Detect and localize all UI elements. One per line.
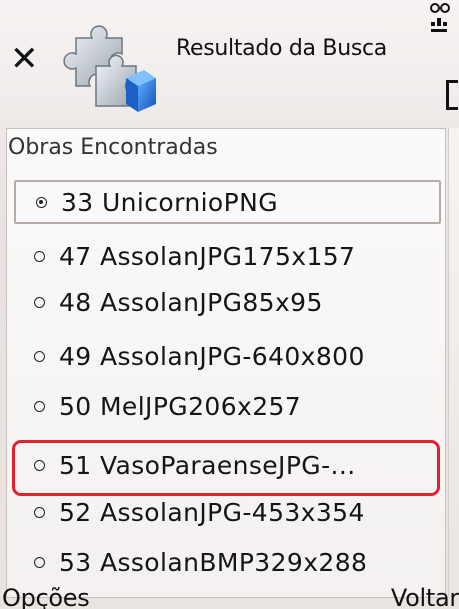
list-item[interactable]: 48 AssolanJPG85x95 [14, 280, 441, 324]
highlight-box [12, 440, 440, 496]
radio-icon[interactable] [34, 350, 45, 362]
list-item[interactable]: 49 AssolanJPG-640x800 [14, 334, 441, 378]
close-icon[interactable]: ✕ [10, 42, 40, 76]
radio-icon[interactable] [34, 400, 45, 412]
list-item-label: 49 AssolanJPG-640x800 [59, 341, 365, 371]
scrollbar[interactable] [448, 128, 459, 598]
back-softkey[interactable]: Voltar [391, 584, 459, 609]
radio-selected-icon[interactable] [36, 196, 47, 208]
network-status-icon [426, 2, 454, 58]
screen: ✕ Resultado da Busca Obras Encontradas 3… [0, 0, 459, 609]
list-item[interactable]: 47 AssolanJPG175x157 [14, 234, 441, 278]
list-item-label: 33 UnicornioPNG [61, 187, 278, 217]
puzzle-icon [63, 25, 156, 112]
list-item-label: 52 AssolanJPG-453x354 [59, 497, 365, 527]
radio-icon[interactable] [34, 250, 45, 262]
page-title: Resultado da Busca [176, 36, 387, 61]
list-item[interactable]: 52 AssolanJPG-453x354 [14, 490, 441, 534]
radio-icon[interactable] [34, 296, 45, 308]
radio-icon[interactable] [34, 506, 45, 518]
list-item-label: 48 AssolanJPG85x95 [59, 287, 323, 317]
list-heading: Obras Encontradas [8, 135, 218, 160]
list-item-label: 47 AssolanJPG175x157 [59, 241, 356, 271]
options-softkey[interactable]: Opções [2, 584, 90, 609]
list-item-label: 50 MelJPG206x257 [59, 391, 302, 421]
scroll-indicator-icon [446, 80, 458, 110]
title-bar: ✕ Resultado da Busca [0, 0, 459, 120]
list-item[interactable]: 50 MelJPG206x257 [14, 384, 441, 428]
list-item[interactable]: 33 UnicornioPNG [14, 180, 441, 224]
